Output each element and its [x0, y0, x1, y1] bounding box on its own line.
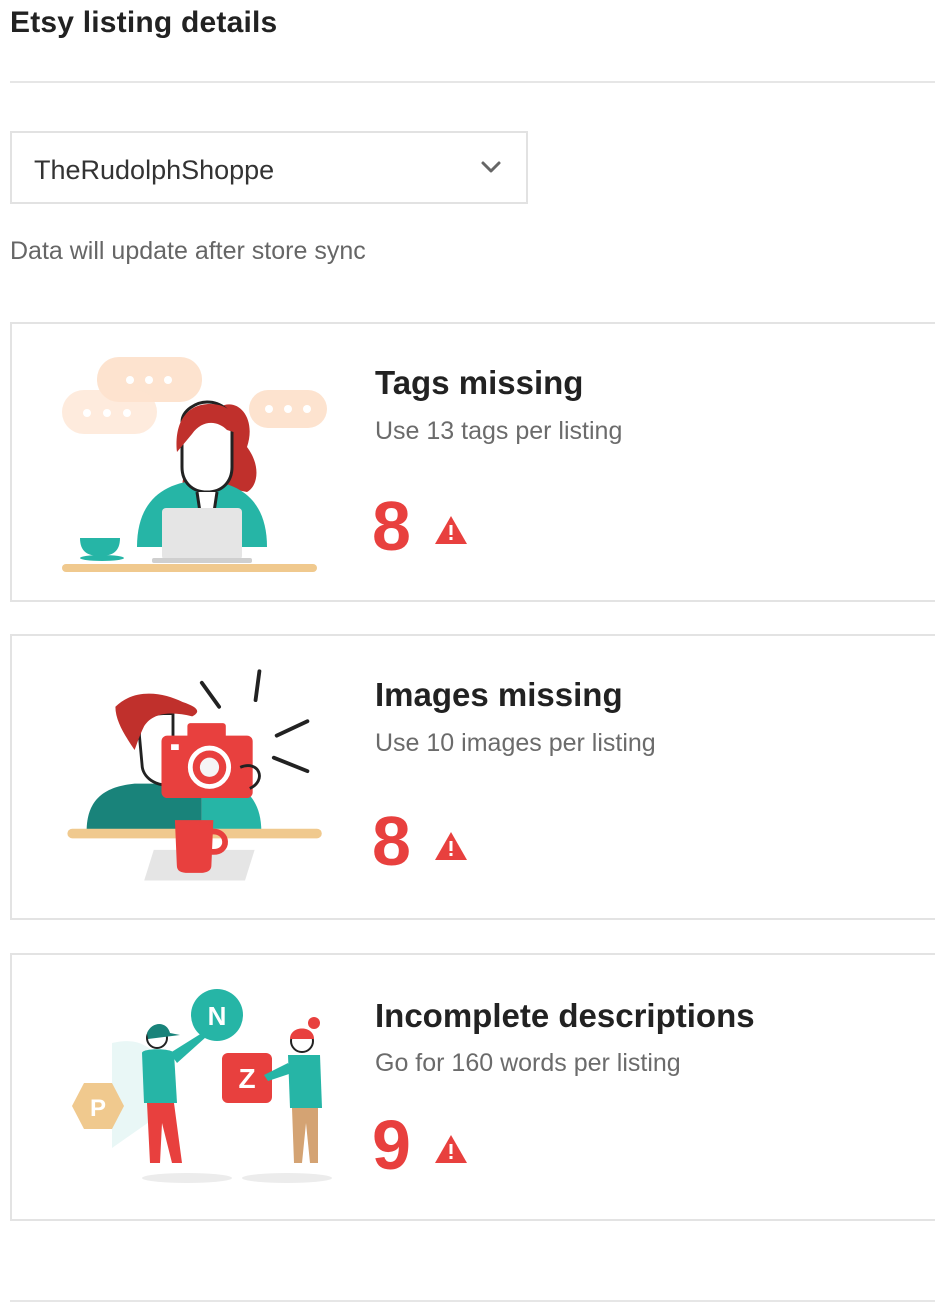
- chevron-down-icon: [481, 161, 501, 173]
- tags-missing-card: Tags missing Use 13 tags per listing 8: [10, 322, 935, 602]
- images-missing-card: Images missing Use 10 images per listing…: [10, 634, 935, 920]
- page-title: Etsy listing details: [10, 6, 278, 39]
- store-select[interactable]: TheRudolphShoppe: [10, 131, 528, 204]
- woman-laptop-illustration: [62, 357, 327, 572]
- warning-icon: [435, 1135, 467, 1163]
- store-select-value: TheRudolphShoppe: [34, 155, 275, 185]
- warning-icon: [435, 832, 467, 860]
- badge-p: P: [90, 1095, 106, 1122]
- card-subtitle: Use 10 images per listing: [375, 729, 656, 757]
- header-divider: [10, 81, 935, 83]
- card-title: Incomplete descriptions: [375, 997, 755, 1034]
- sync-note: Data will update after store sync: [10, 237, 366, 265]
- badge-z: Z: [238, 1063, 255, 1094]
- incomplete-descriptions-card: N P Z Incomplete descriptions Go for 160…: [10, 953, 935, 1221]
- card-title: Tags missing: [375, 364, 584, 401]
- man-camera-illustration: [67, 669, 322, 881]
- card-subtitle: Go for 160 words per listing: [375, 1049, 681, 1077]
- missing-count: 8: [372, 802, 411, 880]
- warning-icon: [435, 516, 467, 544]
- card-subtitle: Use 13 tags per listing: [375, 417, 623, 445]
- people-letters-illustration: N P Z: [72, 989, 332, 1183]
- badge-n: N: [208, 1001, 227, 1031]
- card-title: Images missing: [375, 676, 623, 713]
- footer-divider: [10, 1300, 935, 1302]
- missing-count: 8: [372, 487, 411, 565]
- missing-count: 9: [372, 1106, 411, 1184]
